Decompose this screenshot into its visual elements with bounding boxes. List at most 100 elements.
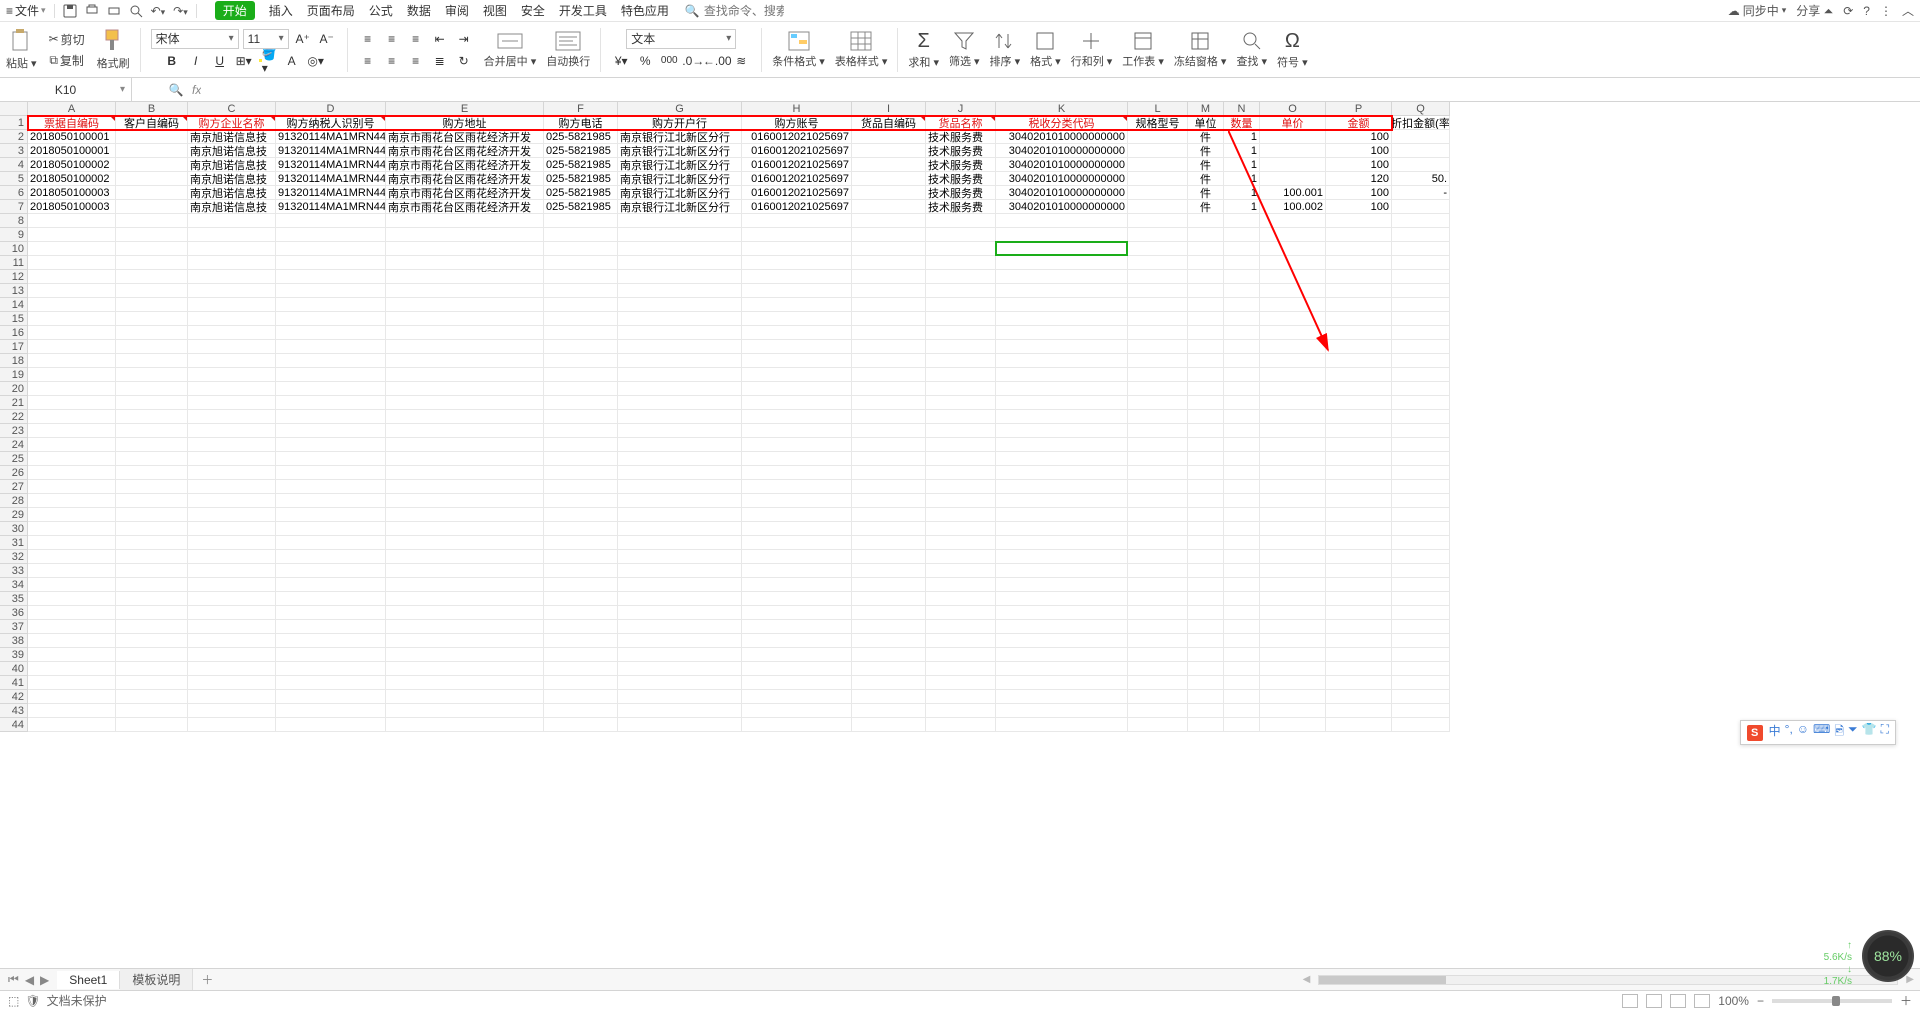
cell[interactable] bbox=[276, 242, 386, 256]
cell[interactable]: 南京银行江北新区分行 bbox=[618, 172, 742, 186]
row-header[interactable]: 21 bbox=[0, 396, 28, 410]
cell[interactable] bbox=[926, 508, 996, 522]
cell[interactable] bbox=[1224, 564, 1260, 578]
row-header[interactable]: 11 bbox=[0, 256, 28, 270]
cell[interactable] bbox=[1260, 466, 1326, 480]
cell[interactable] bbox=[1128, 256, 1188, 270]
cell[interactable] bbox=[116, 438, 188, 452]
cell[interactable] bbox=[28, 382, 116, 396]
cell[interactable]: 025-5821985 bbox=[544, 130, 618, 144]
cell[interactable] bbox=[1392, 536, 1450, 550]
ime-button[interactable]: 👕 bbox=[1862, 722, 1877, 743]
rowcol-button[interactable]: 行和列 ▾ bbox=[1071, 30, 1113, 69]
cell[interactable] bbox=[386, 550, 544, 564]
sum-button[interactable]: Σ求和 ▾ bbox=[908, 30, 939, 70]
cell[interactable] bbox=[742, 536, 852, 550]
cell[interactable] bbox=[116, 200, 188, 214]
cell[interactable] bbox=[1392, 480, 1450, 494]
cell[interactable]: 100 bbox=[1326, 200, 1392, 214]
cell[interactable] bbox=[742, 396, 852, 410]
cell[interactable] bbox=[1392, 144, 1450, 158]
row-header[interactable]: 31 bbox=[0, 536, 28, 550]
cell[interactable] bbox=[852, 186, 926, 200]
cell[interactable] bbox=[1326, 438, 1392, 452]
cell[interactable] bbox=[1392, 452, 1450, 466]
cell[interactable] bbox=[544, 522, 618, 536]
cell[interactable] bbox=[276, 214, 386, 228]
cell[interactable]: 单价 bbox=[1260, 116, 1326, 130]
cell[interactable] bbox=[544, 690, 618, 704]
cell[interactable] bbox=[28, 270, 116, 284]
horizontal-scrollbar[interactable]: ◀▶ bbox=[221, 974, 1920, 985]
cell[interactable] bbox=[276, 690, 386, 704]
cell[interactable] bbox=[1260, 606, 1326, 620]
cell[interactable] bbox=[544, 648, 618, 662]
cell[interactable] bbox=[1260, 270, 1326, 284]
cell[interactable] bbox=[1392, 648, 1450, 662]
cell[interactable]: 税收分类代码 bbox=[996, 116, 1128, 130]
cell[interactable]: 1 bbox=[1224, 200, 1260, 214]
cell[interactable] bbox=[1188, 214, 1224, 228]
cell[interactable] bbox=[926, 662, 996, 676]
cell[interactable] bbox=[116, 284, 188, 298]
cell[interactable] bbox=[28, 662, 116, 676]
row-header[interactable]: 23 bbox=[0, 424, 28, 438]
row-header[interactable]: 12 bbox=[0, 270, 28, 284]
cell[interactable] bbox=[742, 228, 852, 242]
cell[interactable] bbox=[1224, 214, 1260, 228]
cell[interactable] bbox=[386, 410, 544, 424]
cell[interactable] bbox=[852, 340, 926, 354]
cell[interactable] bbox=[852, 144, 926, 158]
cell[interactable] bbox=[544, 382, 618, 396]
ribbon-tab[interactable]: 插入 bbox=[269, 2, 293, 19]
cell[interactable] bbox=[1260, 634, 1326, 648]
cell[interactable] bbox=[1188, 606, 1224, 620]
cell[interactable] bbox=[618, 494, 742, 508]
cell[interactable] bbox=[1224, 550, 1260, 564]
format-button2[interactable]: 格式 ▾ bbox=[1030, 30, 1061, 69]
sort-button[interactable]: 排序 ▾ bbox=[990, 30, 1021, 69]
cell[interactable] bbox=[996, 424, 1128, 438]
cell[interactable] bbox=[1224, 508, 1260, 522]
cell[interactable] bbox=[188, 396, 276, 410]
cell[interactable] bbox=[544, 466, 618, 480]
row-header[interactable]: 24 bbox=[0, 438, 28, 452]
cell[interactable] bbox=[1326, 214, 1392, 228]
cell[interactable] bbox=[1392, 592, 1450, 606]
cell[interactable] bbox=[1392, 634, 1450, 648]
decrease-font-button[interactable]: A⁻ bbox=[317, 29, 337, 49]
cell[interactable] bbox=[386, 438, 544, 452]
cell[interactable] bbox=[276, 438, 386, 452]
cell[interactable] bbox=[544, 620, 618, 634]
italic-button[interactable]: I bbox=[186, 51, 206, 71]
align-bottom-button[interactable]: ≡ bbox=[406, 29, 426, 49]
cell[interactable] bbox=[276, 424, 386, 438]
cell[interactable] bbox=[1224, 452, 1260, 466]
cell[interactable] bbox=[28, 242, 116, 256]
cell[interactable] bbox=[116, 354, 188, 368]
row-header[interactable]: 33 bbox=[0, 564, 28, 578]
row-header[interactable]: 6 bbox=[0, 186, 28, 200]
cell[interactable] bbox=[1224, 634, 1260, 648]
cell[interactable] bbox=[742, 480, 852, 494]
cell[interactable] bbox=[544, 256, 618, 270]
cell[interactable] bbox=[276, 410, 386, 424]
cell[interactable] bbox=[1260, 228, 1326, 242]
cell[interactable] bbox=[116, 466, 188, 480]
cell[interactable] bbox=[116, 690, 188, 704]
paste-button[interactable]: 粘贴 ▾ bbox=[6, 28, 37, 71]
cell[interactable]: 购方电话 bbox=[544, 116, 618, 130]
collapse-ribbon-icon[interactable]: ︿ bbox=[1902, 2, 1914, 19]
cell[interactable]: 南京市雨花台区雨花经济开发 bbox=[386, 200, 544, 214]
cell[interactable] bbox=[1188, 284, 1224, 298]
cell[interactable] bbox=[1224, 578, 1260, 592]
cell[interactable] bbox=[386, 662, 544, 676]
cell[interactable] bbox=[1260, 648, 1326, 662]
cell[interactable] bbox=[1326, 284, 1392, 298]
zoom-slider[interactable] bbox=[1772, 999, 1892, 1003]
cell[interactable]: 91320114MA1MRN447Y bbox=[276, 130, 386, 144]
cell[interactable] bbox=[1326, 228, 1392, 242]
cell[interactable] bbox=[188, 648, 276, 662]
cell[interactable]: 2018050100001 bbox=[28, 144, 116, 158]
cell[interactable] bbox=[618, 270, 742, 284]
